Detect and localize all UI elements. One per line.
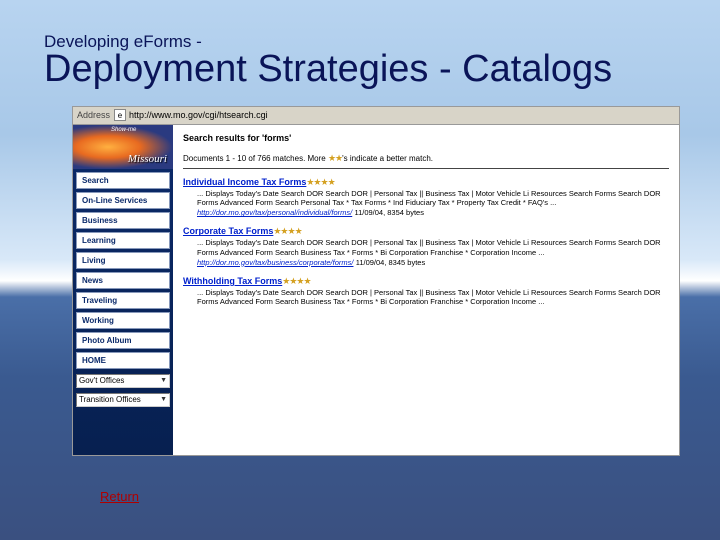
star-icon: ★★★★ — [282, 276, 310, 286]
result-3: Withholding Tax Forms★★★★ ... Displays T… — [183, 276, 669, 307]
count-suffix: 's indicate a better match. — [342, 154, 433, 163]
divider — [183, 168, 669, 169]
state-logo: Show-me Missouri — [73, 125, 173, 169]
nav-home[interactable]: HOME — [76, 352, 170, 369]
select-govt-offices[interactable]: Gov't Offices ▼ — [76, 374, 170, 388]
address-label: Address — [77, 110, 110, 120]
result-meta: 11/09/04, 8345 bytes — [356, 258, 426, 267]
nav-learning[interactable]: Learning — [76, 232, 170, 249]
nav-working[interactable]: Working — [76, 312, 170, 329]
result-2: Corporate Tax Forms★★★★ ... Displays Tod… — [183, 226, 669, 268]
nav-traveling[interactable]: Traveling — [76, 292, 170, 309]
nav-living[interactable]: Living — [76, 252, 170, 269]
title-main: Deployment Strategies - Catalogs — [44, 50, 720, 90]
star-icon: ★★★★ — [273, 226, 301, 236]
result-description: ... Displays Today's Date Search DOR Sea… — [183, 189, 669, 209]
slide-title-block: Developing eForms - Deployment Strategie… — [0, 0, 720, 100]
select-label: Transition Offices — [79, 395, 141, 404]
nav-photo-album[interactable]: Photo Album — [76, 332, 170, 349]
result-description: ... Displays Today's Date Search DOR Sea… — [183, 288, 669, 308]
address-bar: Address e http://www.mo.gov/cgi/htsearch… — [73, 107, 679, 125]
result-1: Individual Income Tax Forms★★★★ ... Disp… — [183, 177, 669, 219]
logo-caption: Show-me — [111, 127, 136, 133]
address-url: http://www.mo.gov/cgi/htsearch.cgi — [129, 110, 268, 120]
result-url-link[interactable]: http://dor.mo.gov/tax/business/corporate… — [183, 258, 353, 267]
nav-search[interactable]: Search — [76, 172, 170, 189]
sidebar: Show-me Missouri Search On-Line Services… — [73, 125, 173, 455]
browser-screenshot: Address e http://www.mo.gov/cgi/htsearch… — [72, 106, 680, 456]
select-transition-offices[interactable]: Transition Offices ▼ — [76, 393, 170, 407]
star-icon: ★★ — [328, 153, 342, 163]
search-results-header: Search results for 'forms' — [183, 133, 669, 143]
nav-online-services[interactable]: On-Line Services — [76, 192, 170, 209]
result-title-link[interactable]: Individual Income Tax Forms — [183, 177, 306, 187]
result-count: Documents 1 - 10 of 766 matches. More ★★… — [183, 153, 669, 164]
result-title-link[interactable]: Withholding Tax Forms — [183, 276, 282, 286]
return-link[interactable]: Return — [100, 489, 139, 504]
result-description: ... Displays Today's Date Search DOR Sea… — [183, 238, 669, 258]
page-icon: e — [114, 109, 126, 121]
result-meta: 11/09/04, 8354 bytes — [354, 208, 424, 217]
nav-business[interactable]: Business — [76, 212, 170, 229]
chevron-down-icon: ▼ — [160, 396, 167, 403]
select-label: Gov't Offices — [79, 376, 124, 385]
result-url-link[interactable]: http://dor.mo.gov/tax/personal/individua… — [183, 208, 352, 217]
search-results-content: Search results for 'forms' Documents 1 -… — [173, 125, 679, 455]
nav-news[interactable]: News — [76, 272, 170, 289]
browser-body: Show-me Missouri Search On-Line Services… — [73, 125, 679, 455]
count-prefix: Documents 1 - 10 of 766 matches. More — [183, 154, 328, 163]
star-icon: ★★★★ — [306, 177, 334, 187]
chevron-down-icon: ▼ — [160, 377, 167, 384]
result-title-link[interactable]: Corporate Tax Forms — [183, 226, 273, 236]
logo-name: Missouri — [128, 153, 167, 165]
